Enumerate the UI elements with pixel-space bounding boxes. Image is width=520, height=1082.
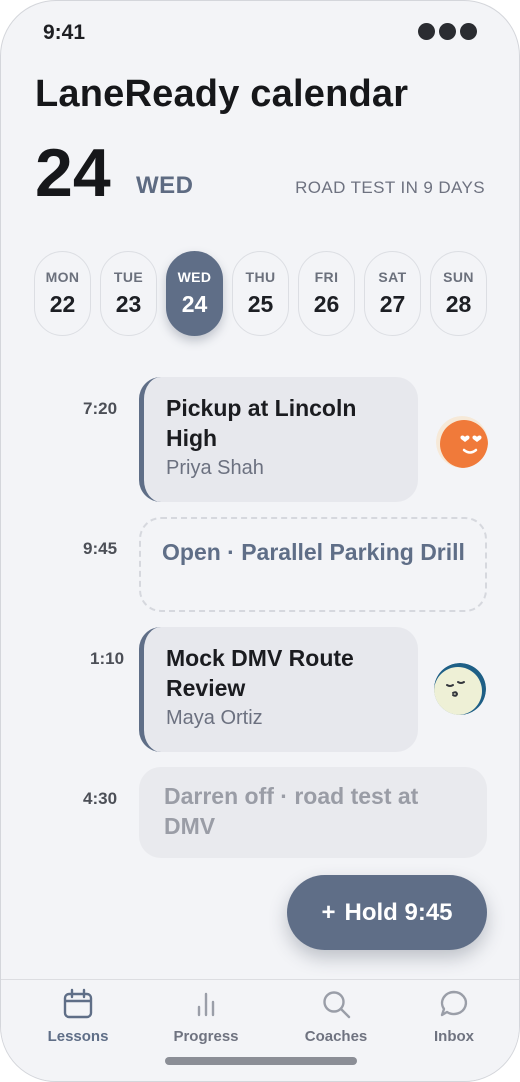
day-pill-sat[interactable]: SAT 27 (364, 251, 421, 336)
student-avatar[interactable] (434, 663, 486, 715)
hold-slot-button[interactable]: + Hold 9:45 (287, 875, 487, 950)
slot-time: 7:20 (83, 399, 118, 418)
search-icon (323, 991, 351, 1019)
status-time: 9:41 (43, 21, 86, 44)
day-pill-tue[interactable]: TUE 23 (100, 251, 157, 336)
open-slot-title: Open · Parallel Parking Drill (162, 539, 465, 565)
day-pill-weekday: MON (45, 269, 80, 285)
tab-coaches[interactable]: Coaches (281, 988, 391, 1054)
open-slot-card[interactable]: Open · Parallel Parking Drill (139, 517, 487, 612)
road-test-countdown: ROAD TEST IN 9 DAYS (295, 178, 485, 197)
current-day-name: WED (136, 172, 194, 199)
unavailable-title: Darren off · road test at DMV (164, 783, 419, 839)
day-pill-thu[interactable]: THU 25 (232, 251, 289, 336)
heart-eyes-face-icon (436, 416, 488, 468)
day-pill-mon[interactable]: MON 22 (34, 251, 91, 336)
unavailable-slot-card: Darren off · road test at DMV (139, 767, 487, 858)
student-avatar[interactable] (436, 416, 488, 468)
lesson-card-pickup[interactable]: Pickup at Lincoln High Priya Shah (139, 377, 418, 502)
status-dot (460, 23, 477, 40)
status-bar: 9:41 (1, 1, 519, 61)
lesson-card-mock-dmv[interactable]: Mock DMV Route Review Maya Ortiz (139, 627, 418, 752)
tab-label: Inbox (434, 1028, 474, 1045)
week-strip: MON 22 TUE 23 WED 24 THU 25 FRI 26 SAT 2… (34, 251, 487, 336)
status-dot (418, 23, 435, 40)
tab-lessons[interactable]: Lessons (23, 988, 133, 1054)
app-title: LaneReady calendar (35, 73, 409, 115)
bar-chart-icon (197, 992, 215, 1017)
student-name: Maya Ortiz (166, 707, 263, 729)
slot-time: 1:10 (90, 649, 125, 668)
day-pill-date: 24 (181, 291, 208, 317)
chat-bubble-icon (440, 990, 468, 1017)
lesson-title: Pickup at Lincoln High (166, 395, 357, 451)
day-pill-fri[interactable]: FRI 26 (298, 251, 355, 336)
tab-label: Lessons (47, 1028, 109, 1045)
home-indicator[interactable] (165, 1057, 357, 1065)
tab-inbox[interactable]: Inbox (399, 988, 509, 1054)
plus-icon: + (321, 898, 336, 926)
day-pill-weekday: SUN (443, 269, 474, 285)
tab-label: Coaches (304, 1028, 368, 1045)
current-day-number: 24 (35, 135, 111, 211)
hold-slot-label: Hold 9:45 (344, 898, 453, 926)
day-pill-weekday: WED (177, 269, 212, 285)
day-pill-wed-selected[interactable]: WED 24 (166, 251, 223, 336)
sleepy-face-icon (434, 663, 486, 715)
tab-label: Progress (173, 1028, 239, 1045)
slot-time: 4:30 (83, 789, 118, 808)
status-indicators (418, 23, 477, 40)
lesson-title: Mock DMV Route Review (166, 645, 354, 701)
bottom-tab-bar: Lessons Progress Coaches Inbox (1, 979, 519, 1081)
day-pill-weekday: FRI (314, 269, 339, 285)
day-pill-date: 22 (49, 291, 76, 317)
day-pill-sun[interactable]: SUN 28 (430, 251, 487, 336)
day-pill-weekday: SAT (378, 269, 407, 285)
day-pill-date: 26 (313, 291, 340, 317)
day-pill-date: 23 (115, 291, 142, 317)
day-pill-date: 27 (379, 291, 406, 317)
phone-frame: 9:41 LaneReady calendar 24 WED ROAD TEST… (0, 0, 520, 1082)
day-pill-date: 28 (445, 291, 472, 317)
day-pill-weekday: THU (245, 269, 276, 285)
tab-progress[interactable]: Progress (151, 988, 261, 1054)
day-pill-date: 25 (247, 291, 274, 317)
status-dot (439, 23, 456, 40)
calendar-icon (63, 988, 93, 1019)
student-name: Priya Shah (166, 457, 264, 479)
slot-time: 9:45 (83, 539, 118, 558)
day-pill-weekday: TUE (113, 269, 144, 285)
